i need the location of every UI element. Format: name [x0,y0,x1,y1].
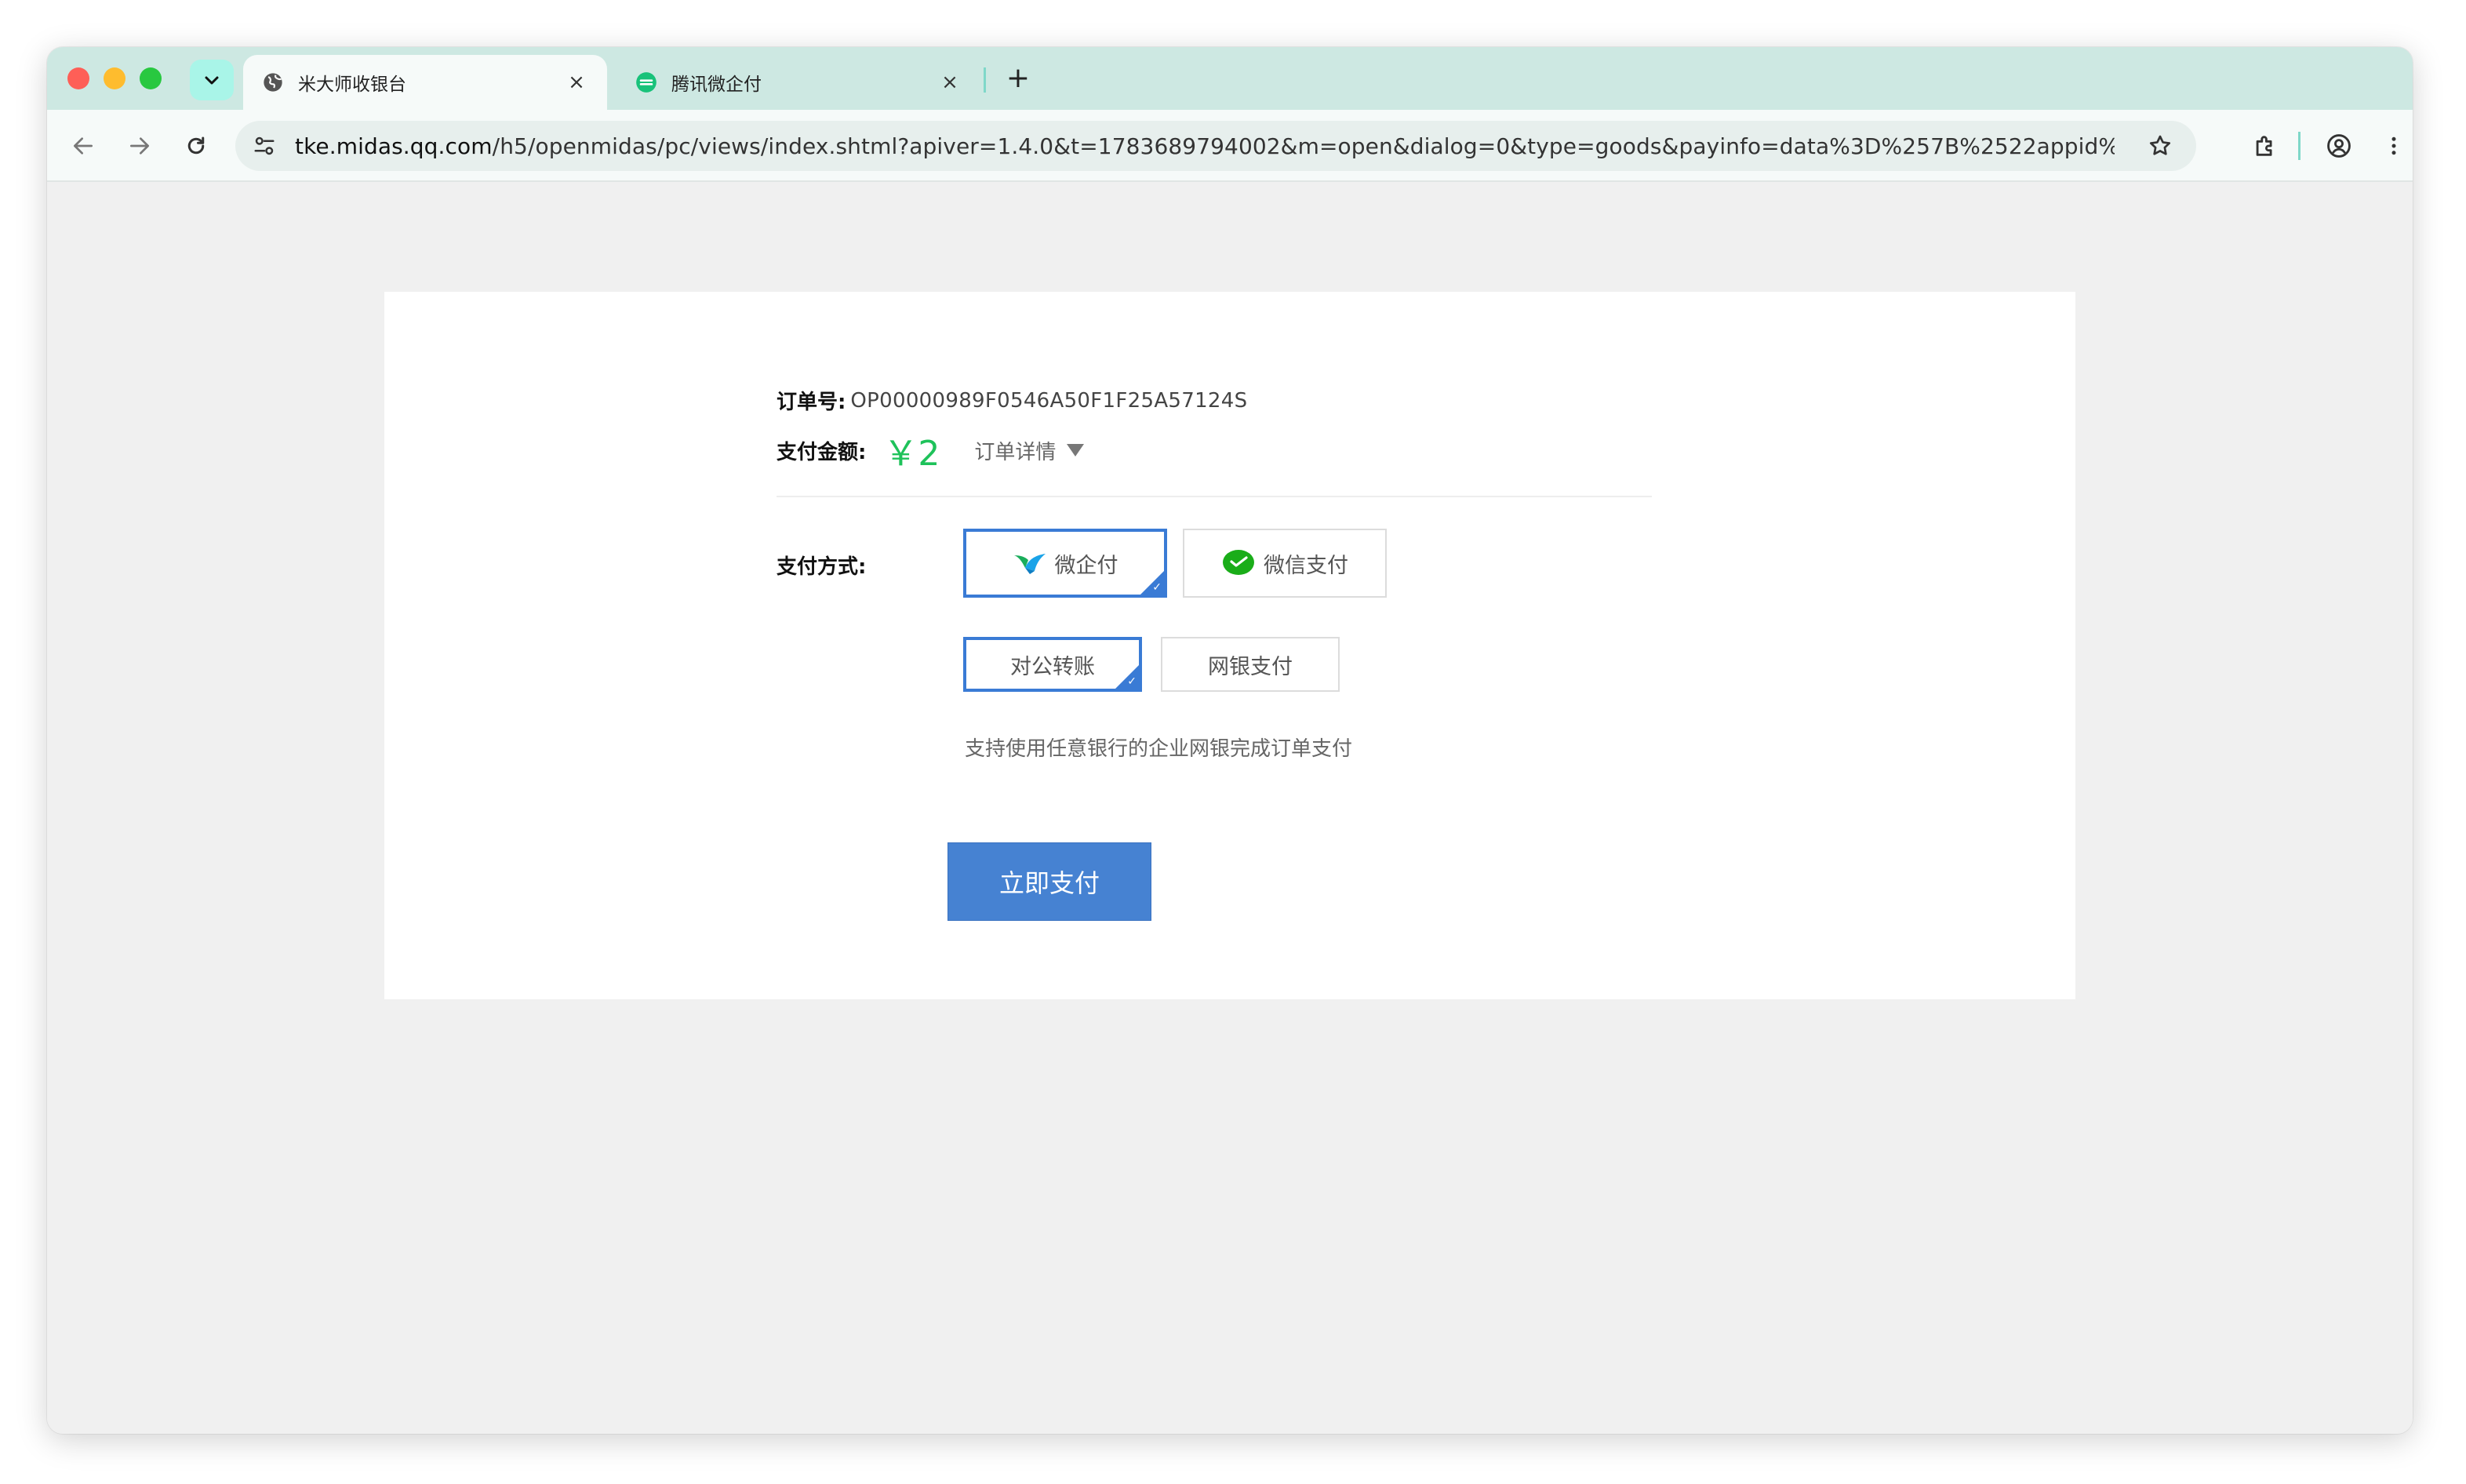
tab-midas-checkout[interactable]: 米大师收银台 × [243,55,607,110]
site-info-button[interactable] [245,126,284,165]
online-banking-label: 网银支付 [1208,654,1293,679]
url-text[interactable]: tke.midas.qq.com/h5/openmidas/pc/views/i… [295,133,2115,159]
tab-close-icon[interactable]: × [938,71,962,94]
sub-method-corporate-transfer[interactable]: 对公转账 ✓ [963,637,1142,692]
order-number-label: 订单号: [777,391,846,414]
profile-button[interactable] [2320,127,2358,165]
more-vert-icon [2391,136,2396,155]
method-weqifu-option[interactable]: 微企付 ✓ [963,529,1167,598]
address-bar[interactable]: tke.midas.qq.com/h5/openmidas/pc/views/i… [235,121,2196,171]
amount-label: 支付金额: [777,440,867,464]
sub-method-online-banking[interactable]: 网银支付 [1161,637,1340,692]
amount-value: ￥2 [883,434,940,474]
globe-icon [264,73,282,92]
checkout-card: 订单号: OP00000989F0546A50F1F25A57124S 支付金额… [384,292,2075,999]
payment-method-label: 支付方式: [777,555,867,579]
tab-separator [984,67,986,93]
tune-icon [254,136,275,155]
url-domain: tke.midas.qq.com [295,133,493,159]
minimize-window-button[interactable] [104,67,125,89]
extensions-button[interactable] [2246,127,2284,165]
caret-down-icon [1067,444,1085,456]
divider [777,496,1652,497]
title-bar: 米大师收银台 × 腾讯微企付 × + [47,47,2413,110]
weqifu-tab-icon [636,72,657,93]
pay-now-button[interactable]: 立即支付 [947,842,1151,921]
payment-hint: 支持使用任意银行的企业网银完成订单支付 [965,737,1353,761]
star-icon [2149,135,2171,155]
order-details-label: 订单详情 [974,440,1057,464]
maximize-window-button[interactable] [140,67,162,89]
puzzle-icon [2256,136,2272,156]
browser-window: 米大师收银台 × 腾讯微企付 × + tke.midas.qq.com/h5/o… [47,47,2413,1434]
method-wechat-pay-option[interactable]: 微信支付 [1183,529,1387,598]
arrow-right-icon [130,137,149,155]
forward-button[interactable] [121,127,158,165]
check-icon: ✓ [1127,675,1137,688]
tab-close-icon[interactable]: × [565,71,588,94]
wechat-pay-icon [1221,547,1256,579]
url-path: /h5/openmidas/pc/views/index.shtml?apive… [492,133,2115,159]
method-wechat-pay-label: 微信支付 [1264,553,1348,578]
account-icon [2327,134,2351,158]
reload-button[interactable] [177,127,215,165]
close-window-button[interactable] [67,67,89,89]
arrow-left-icon [74,137,93,155]
page-viewport: 订单号: OP00000989F0546A50F1F25A57124S 支付金额… [47,182,2413,1434]
bookmark-button[interactable] [2141,127,2179,165]
tab-search-button[interactable] [190,60,234,100]
check-icon: ✓ [1152,581,1162,594]
amount-row: 支付金额: ￥2 订单详情 [777,427,1085,474]
tab-weqifu[interactable]: 腾讯微企付 × [616,55,980,110]
corporate-transfer-label: 对公转账 [1010,654,1095,679]
tab-title: 腾讯微企付 [671,75,762,95]
menu-button[interactable] [2375,127,2413,165]
chevron-down-icon [205,76,219,85]
tab-title: 米大师收银台 [298,75,406,95]
order-number-value: OP00000989F0546A50F1F25A57124S [850,388,1248,413]
reload-icon [187,136,205,155]
method-weqifu-label: 微企付 [1054,553,1118,578]
order-number-row: 订单号: OP00000989F0546A50F1F25A57124S [777,386,1247,415]
weqifu-logo-icon [1013,547,1047,579]
browser-toolbar: tke.midas.qq.com/h5/openmidas/pc/views/i… [47,110,2413,182]
toolbar-separator [2298,132,2301,160]
new-tab-button[interactable]: + [999,60,1037,97]
order-details-toggle[interactable]: 订单详情 [974,436,1085,465]
back-button[interactable] [64,127,102,165]
